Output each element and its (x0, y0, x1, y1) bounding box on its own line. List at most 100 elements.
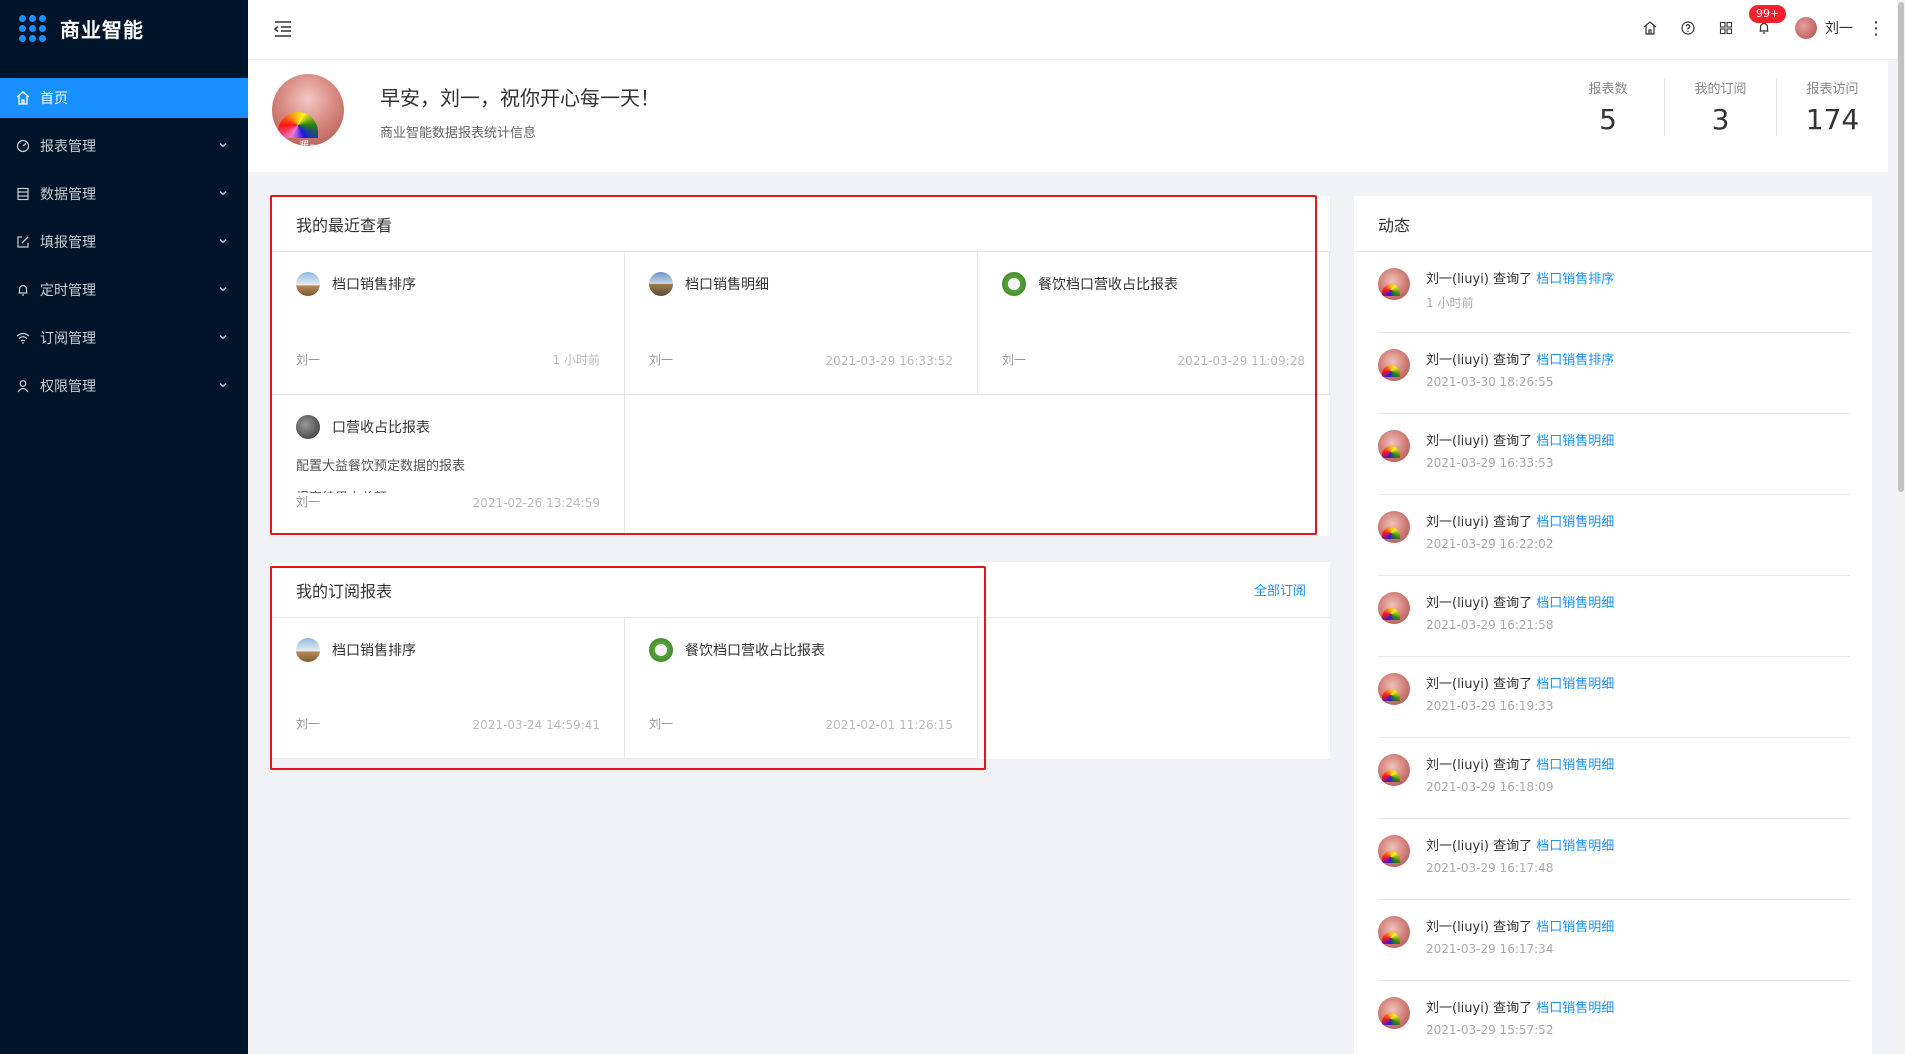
page-scrollbar[interactable] (1897, 0, 1905, 1054)
activity-item: 刘一(liuyi) 查询了 档口销售明细 2021-03-29 16:18:09 (1378, 738, 1850, 819)
stat-report-visits: 报表访问 174 (1776, 78, 1888, 136)
chevron-down-icon (219, 143, 227, 148)
scrollbar-thumb[interactable] (1898, 2, 1904, 492)
avatar (1378, 754, 1410, 786)
stat-subscriptions: 我的订阅 3 (1664, 78, 1776, 136)
welcome-panel: 暖~ 早安，刘一，祝你开心每一天！ 商业智能数据报表统计信息 报表数 5 我的订… (248, 60, 1888, 172)
actor: 刘一(liuyi) (1426, 353, 1489, 368)
activity-card: 动态 刘一(liuyi) 查询了 档口销售排序 1 小时前 刘一(liuyi) … (1354, 196, 1872, 1054)
menu-fold-icon[interactable] (272, 18, 294, 40)
activity-item: 刘一(liuyi) 查询了 档口销售排序 2021-03-30 18:26:55 (1378, 333, 1850, 414)
sidebar: 商业智能 首页 报表管理 数据管理 填报管理 定时管理 订阅管理 权限管理 (0, 0, 248, 1054)
report-link[interactable]: 档口销售排序 (1536, 272, 1614, 287)
bell-icon (16, 283, 30, 297)
greeting-subtitle: 商业智能数据报表统计信息 (380, 126, 537, 141)
sidebar-item-label: 填报管理 (40, 235, 96, 251)
avatar (1378, 268, 1410, 300)
user-name: 刘一 (1825, 21, 1853, 37)
report-link[interactable]: 档口销售明细 (1536, 677, 1614, 692)
database-icon (16, 187, 30, 201)
stat-label: 报表数 (1588, 82, 1628, 97)
user-menu[interactable]: 刘一 (1795, 17, 1853, 39)
activity-item: 刘一(liuyi) 查询了 档口销售明细 2021-03-29 16:33:53 (1378, 414, 1850, 495)
report-time: 2021-02-01 11:26:15 (825, 718, 953, 732)
report-link[interactable]: 档口销售排序 (1536, 353, 1614, 368)
report-time: 2021-02-26 13:24:59 (472, 496, 600, 510)
action-verb: 查询了 (1493, 272, 1533, 287)
recent-item[interactable]: 餐饮档口营收占比报表 刘一 2021-03-29 11:09:28 (978, 252, 1330, 395)
apps-icon[interactable] (1717, 19, 1735, 37)
report-link[interactable]: 档口销售明细 (1536, 758, 1614, 773)
top-header: 99+ 刘一 ⋮ (248, 0, 1905, 60)
profile-avatar: 暖~ (272, 74, 344, 146)
sidebar-item-schedule-management[interactable]: 定时管理 (0, 270, 248, 310)
recent-item[interactable]: 口营收占比报表 配置大益餐饮预定数据的报表 报表结果占总额 刘一 2021-02… (272, 395, 625, 536)
sidebar-item-subscription-management[interactable]: 订阅管理 (0, 318, 248, 358)
subscriptions-card: 我的订阅报表 全部订阅 档口销售排序 刘一 2021-03-24 14:59:4… (272, 562, 1330, 759)
actor: 刘一(liuyi) (1426, 434, 1489, 449)
activity-time: 2021-03-29 16:18:09 (1426, 780, 1554, 794)
home-icon[interactable] (1641, 19, 1659, 37)
avatar (1378, 349, 1410, 381)
brand[interactable]: 商业智能 (0, 0, 248, 56)
report-owner: 刘一 (296, 353, 321, 367)
sidebar-item-label: 数据管理 (40, 187, 96, 203)
subscription-item[interactable]: 餐饮档口营收占比报表 刘一 2021-02-01 11:26:15 (625, 618, 978, 759)
stat-report-count: 报表数 5 (1552, 78, 1664, 136)
report-name: 档口销售排序 (332, 643, 416, 659)
notification-bell-icon[interactable]: 99+ (1749, 5, 1787, 37)
report-name: 口营收占比报表 (332, 420, 430, 436)
home-icon (16, 91, 30, 105)
recent-item[interactable]: 档口销售排序 刘一 1 小时前 (272, 252, 625, 395)
subscription-item[interactable]: 档口销售排序 刘一 2021-03-24 14:59:41 (272, 618, 625, 759)
wifi-icon (16, 331, 30, 345)
report-thumbnail-icon (649, 638, 673, 662)
all-subscriptions-link[interactable]: 全部订阅 (1254, 580, 1306, 599)
stat-value: 3 (1711, 103, 1730, 136)
chevron-down-icon (219, 191, 227, 196)
avatar (1378, 430, 1410, 462)
chevron-down-icon (219, 287, 227, 292)
avatar-caption: 暖~ (300, 141, 317, 146)
sidebar-item-permission-management[interactable]: 权限管理 (0, 366, 248, 406)
sidebar-item-fill-management[interactable]: 填报管理 (0, 222, 248, 262)
report-time: 2021-03-24 14:59:41 (472, 718, 600, 732)
sidebar-item-report-management[interactable]: 报表管理 (0, 126, 248, 166)
report-thumbnail-icon (649, 272, 673, 296)
report-link[interactable]: 档口销售明细 (1536, 515, 1614, 530)
report-link[interactable]: 档口销售明细 (1536, 434, 1614, 449)
actor: 刘一(liuyi) (1426, 515, 1489, 530)
action-verb: 查询了 (1493, 596, 1533, 611)
actor: 刘一(liuyi) (1426, 758, 1489, 773)
apps-grid-logo-icon (19, 14, 46, 42)
action-verb: 查询了 (1493, 1001, 1533, 1016)
more-vertical-icon[interactable]: ⋮ (1867, 18, 1885, 39)
report-link[interactable]: 档口销售明细 (1536, 596, 1614, 611)
help-icon[interactable] (1679, 19, 1697, 37)
report-link[interactable]: 档口销售明细 (1536, 1001, 1614, 1016)
activity-item: 刘一(liuyi) 查询了 档口销售明细 2021-03-29 16:21:58 (1378, 576, 1850, 657)
action-verb: 查询了 (1493, 839, 1533, 854)
report-name: 档口销售排序 (332, 277, 416, 293)
activity-item: 刘一(liuyi) 查询了 档口销售明细 2021-03-29 15:57:52 (1378, 981, 1850, 1054)
recent-item[interactable]: 档口销售明细 刘一 2021-03-29 16:33:52 (625, 252, 978, 395)
sidebar-item-label: 首页 (40, 91, 68, 107)
report-thumbnail-icon (296, 638, 320, 662)
actor: 刘一(liuyi) (1426, 839, 1489, 854)
report-name: 餐饮档口营收占比报表 (685, 643, 825, 659)
report-link[interactable]: 档口销售明细 (1536, 839, 1614, 854)
chevron-down-icon (219, 239, 227, 244)
notification-badge: 99+ (1749, 5, 1787, 23)
activity-time: 2021-03-29 16:33:53 (1426, 456, 1554, 470)
action-verb: 查询了 (1493, 353, 1533, 368)
actor: 刘一(liuyi) (1426, 596, 1489, 611)
card-title: 我的最近查看 (272, 196, 1330, 252)
report-owner: 刘一 (649, 353, 674, 367)
recent-views-card: 我的最近查看 档口销售排序 刘一 1 小时前 档口销售明细 刘一 2021-03… (272, 196, 1330, 536)
activity-time: 1 小时前 (1426, 296, 1474, 310)
report-thumbnail-icon (1002, 272, 1026, 296)
sidebar-item-home[interactable]: 首页 (0, 78, 248, 118)
chevron-down-icon (219, 335, 227, 340)
sidebar-item-data-management[interactable]: 数据管理 (0, 174, 248, 214)
report-link[interactable]: 档口销售明细 (1536, 920, 1614, 935)
